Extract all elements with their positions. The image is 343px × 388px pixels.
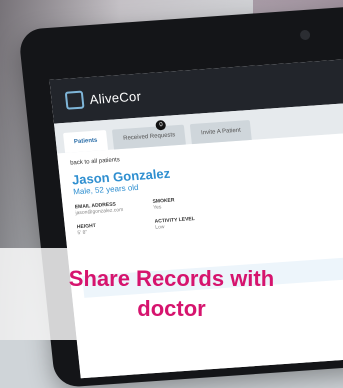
caption-overlay: Share Records with doctor bbox=[0, 248, 343, 340]
caption-line-2: doctor bbox=[137, 296, 206, 321]
tab-invite-patient[interactable]: Invite A Patient bbox=[190, 119, 252, 145]
camera-icon bbox=[299, 29, 311, 41]
tab-patients[interactable]: Patients bbox=[63, 130, 109, 153]
caption-line-1: Share Records with bbox=[68, 266, 275, 291]
app-title: AliveCor bbox=[88, 88, 142, 107]
requests-count-badge: 0 bbox=[155, 119, 167, 131]
tab-received-requests-label: Received Requests bbox=[122, 132, 176, 142]
alivecor-logo-icon bbox=[64, 90, 85, 110]
